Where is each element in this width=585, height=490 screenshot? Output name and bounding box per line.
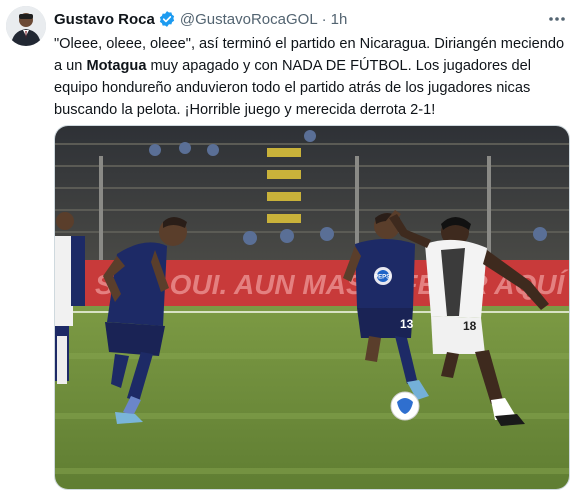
stadium-stands [55,126,569,266]
author-avatar[interactable] [6,6,46,46]
verified-badge-icon [158,10,176,28]
more-options-icon[interactable] [546,9,568,29]
header-separator: · [321,10,327,28]
author-handle[interactable]: @GustavoRocaGOL [180,11,318,28]
author-name[interactable]: Gustavo Roca [54,11,155,28]
tweet-header: Gustavo Roca @GustavoRocaGOL · 1h [54,9,347,29]
player-number-18: 18 [463,319,477,333]
tweet-card[interactable]: Gustavo Roca @GustavoRocaGOL · 1h "Oleee… [0,0,585,490]
tweet-text-bold-team: Motagua [86,58,147,74]
tweet-timestamp[interactable]: 1h [331,11,348,28]
tweet-photo[interactable]: SAR, OUI. AUN MAS DIFE ...R AQUÍ PEPSI 1… [54,125,570,490]
player-number-13: 13 [400,317,414,331]
soccer-ball [390,391,420,421]
tweet-text: "Oleee, oleee, oleee", así terminó el pa… [54,33,574,121]
sponsor-logo: PEPSI [374,275,392,281]
